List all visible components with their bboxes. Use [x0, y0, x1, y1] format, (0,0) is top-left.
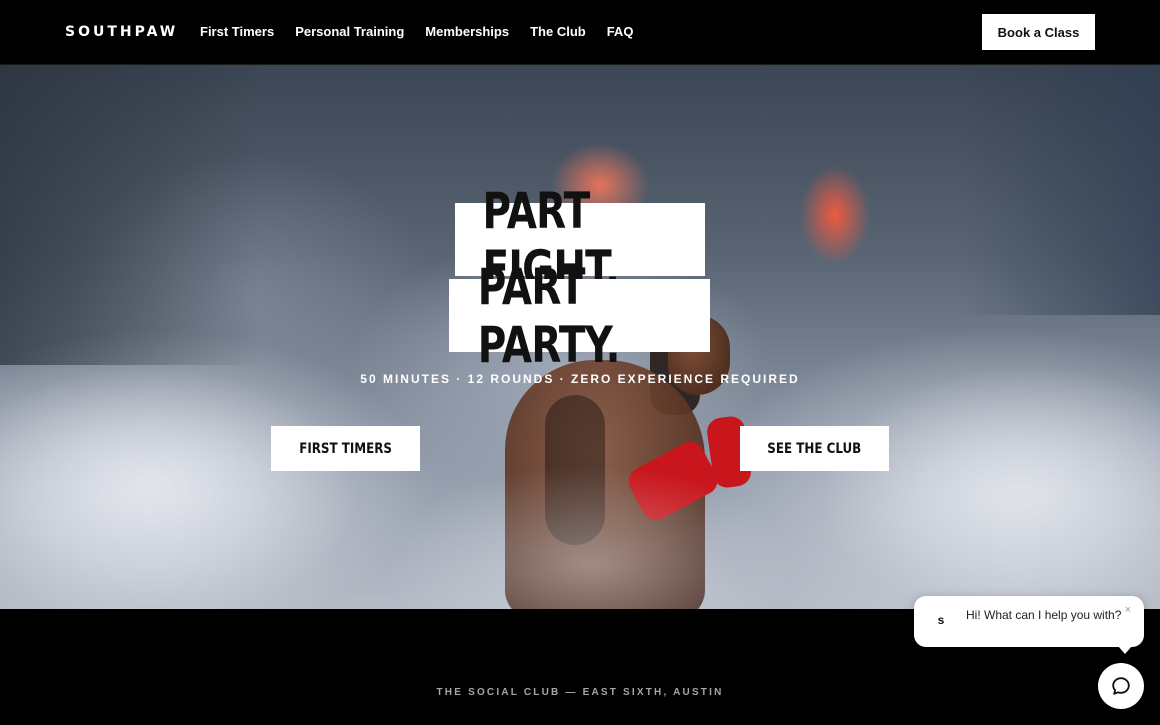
site-logo[interactable]: SOUTHPAW — [65, 24, 178, 40]
chat-greeting-bubble[interactable]: s Hi! What can I help you with? × — [914, 596, 1144, 654]
site-header: SOUTHPAW First Timers Personal Training … — [0, 0, 1160, 65]
section-label: THE SOCIAL CLUB — EAST SIXTH, AUSTIN — [436, 687, 724, 698]
main-nav: First Timers Personal Training Membershi… — [200, 24, 654, 39]
nav-first-timers[interactable]: First Timers — [200, 24, 274, 39]
smoke — [820, 365, 1160, 609]
background-structure — [0, 65, 260, 365]
headline-line-2: PART PARTY. — [449, 258, 710, 374]
chat-avatar: s — [937, 613, 945, 627]
background-structure-right — [960, 65, 1160, 315]
close-icon[interactable]: × — [1122, 604, 1134, 616]
first-timers-button[interactable]: FIRST TIMERS — [271, 426, 420, 471]
see-the-club-button[interactable]: SEE THE CLUB — [740, 426, 889, 471]
nav-faq[interactable]: FAQ — [607, 24, 634, 39]
nav-personal-training[interactable]: Personal Training — [295, 24, 404, 39]
nav-memberships[interactable]: Memberships — [425, 24, 509, 39]
first-timers-button-label: FIRST TIMERS — [299, 440, 392, 457]
hero-tagline: 50 MINUTES · 12 ROUNDS · ZERO EXPERIENCE… — [360, 372, 800, 386]
chat-bubble-icon — [1112, 677, 1130, 695]
chat-message: Hi! What can I help you with? — [966, 608, 1122, 622]
headline-text-2: PART PARTY. — [477, 257, 621, 374]
chat-launcher-button[interactable] — [1098, 663, 1144, 709]
book-a-class-button[interactable]: Book a Class — [982, 14, 1095, 50]
nav-the-club[interactable]: The Club — [530, 24, 586, 39]
smoke — [0, 365, 360, 609]
see-the-club-button-label: SEE THE CLUB — [767, 440, 862, 457]
smoke — [380, 465, 800, 609]
